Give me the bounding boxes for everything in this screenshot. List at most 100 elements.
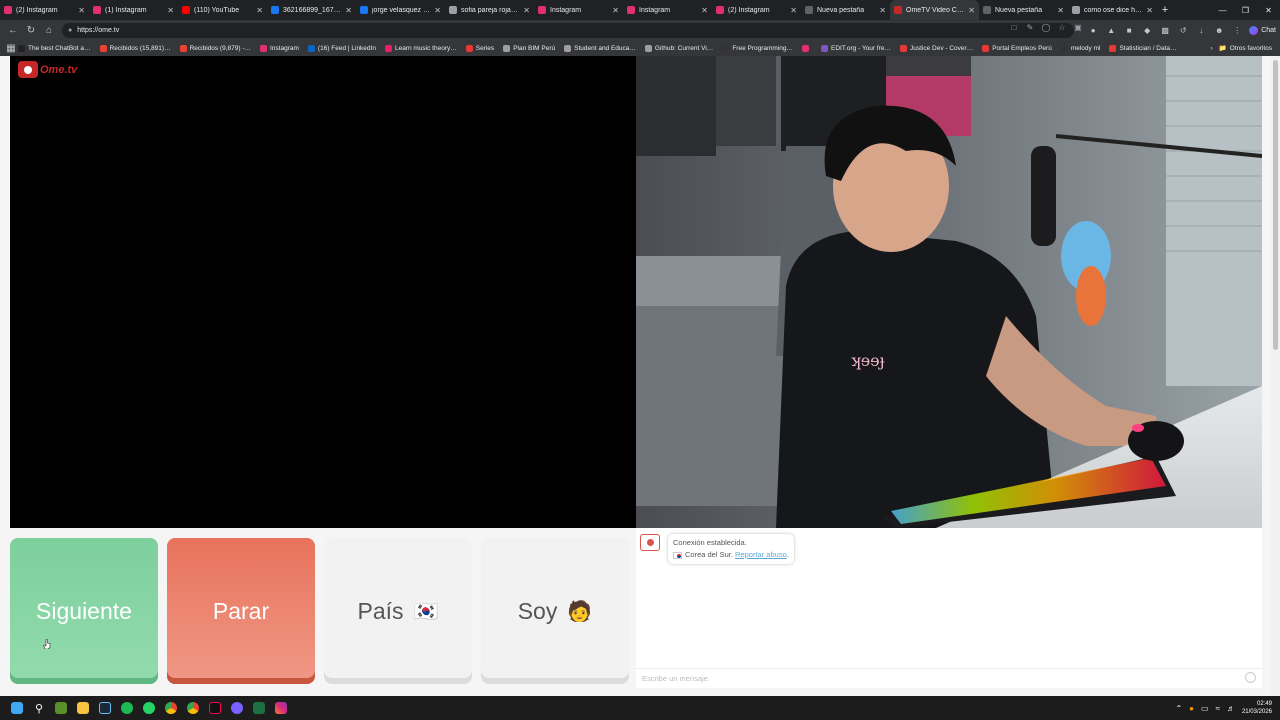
tab-close-icon[interactable]: ✕: [879, 6, 886, 15]
profile-avatar-icon[interactable]: ☻: [1213, 22, 1225, 38]
scrollbar-thumb[interactable]: [1273, 60, 1278, 350]
bookmark-item[interactable]: Statistician / Data…: [1109, 44, 1177, 52]
minimize-icon[interactable]: —: [1211, 0, 1234, 20]
bookmark-item[interactable]: Recibidos (9,879) -…: [179, 44, 251, 52]
download-icon[interactable]: ↓: [1195, 22, 1207, 38]
tab-close-icon[interactable]: ✕: [1057, 6, 1064, 15]
windows-start-icon[interactable]: [6, 697, 28, 719]
clock[interactable]: 02:49 21/03/2026: [1242, 700, 1272, 716]
next-button[interactable]: Siguiente: [10, 538, 158, 684]
bookmark-item[interactable]: melody ml: [1060, 44, 1100, 52]
chrome-icon[interactable]: [160, 697, 182, 719]
home-icon[interactable]: ⌂: [40, 22, 58, 38]
spotify-icon[interactable]: [116, 697, 138, 719]
close-window-icon[interactable]: ✕: [1257, 0, 1280, 20]
chevron-up-icon[interactable]: ⌃: [1175, 704, 1182, 713]
bookmark-item[interactable]: Justice Dev - Cover…: [899, 44, 973, 52]
reload-icon[interactable]: ↻: [22, 22, 40, 38]
tab-close-icon[interactable]: ✕: [612, 6, 619, 15]
bookmark-item[interactable]: Recibidos (15,891)…: [99, 44, 171, 52]
extension-icon[interactable]: ◆: [1141, 22, 1153, 38]
tab-close-icon[interactable]: ✕: [78, 6, 85, 15]
tab-close-icon[interactable]: ✕: [1146, 6, 1153, 15]
gender-button[interactable]: Soy 🧑: [481, 538, 629, 684]
apps-grid-icon[interactable]: ▦: [4, 40, 18, 56]
gemini-chat-button[interactable]: Chat: [1249, 25, 1276, 35]
tab-close-icon[interactable]: ✕: [523, 6, 530, 15]
zoom-icon[interactable]: ◯: [1040, 23, 1052, 37]
browser-tab[interactable]: Instagram ✕: [534, 0, 623, 20]
browser-tab[interactable]: como ose dice hola en…✕: [1068, 0, 1157, 20]
bookmark-item[interactable]: EDIT.org - Your fre…: [821, 44, 891, 52]
browser-tab[interactable]: sofia pareja rojas san…✕: [445, 0, 534, 20]
country-button[interactable]: País 🇰🇷: [324, 538, 472, 684]
emoji-picker-icon[interactable]: [1245, 672, 1256, 683]
whatsapp-icon[interactable]: [138, 697, 160, 719]
chevron-right-icon[interactable]: ›: [1210, 45, 1212, 52]
bookmark-item[interactable]: Plan BIM Perú: [503, 44, 555, 52]
chrome-profile-icon[interactable]: [182, 697, 204, 719]
extension-icon[interactable]: ■: [1123, 22, 1135, 38]
minecraft-icon[interactable]: [50, 697, 72, 719]
bookmark-item[interactable]: The best ChatBot a…: [18, 44, 91, 52]
site-info-icon[interactable]: ●: [68, 27, 72, 34]
bookmark-item[interactable]: Series: [465, 44, 494, 52]
extension-icon[interactable]: ●: [1087, 22, 1099, 38]
camera-in-use-icon[interactable]: ▣: [1072, 23, 1084, 37]
bookmark-star-icon[interactable]: ☆: [1056, 23, 1068, 37]
microphone-icon[interactable]: ●: [1189, 704, 1194, 713]
menu-icon[interactable]: ⋮: [1231, 22, 1243, 38]
browser-tab[interactable]: 362166899_16787548…✕: [267, 0, 356, 20]
browser-tab[interactable]: (110) YouTube ✕: [178, 0, 267, 20]
translate-icon[interactable]: ✎: [1024, 23, 1036, 37]
bookmark-item[interactable]: Instagram: [260, 44, 299, 52]
page-scrollbar[interactable]: [1271, 56, 1280, 696]
bookmark-item[interactable]: [802, 44, 812, 52]
instagram-icon[interactable]: [270, 697, 292, 719]
wifi-icon[interactable]: ≈: [1216, 704, 1220, 713]
history-icon[interactable]: ↺: [1177, 22, 1189, 38]
new-tab-icon[interactable]: +: [1157, 4, 1173, 16]
system-tray: ⌃ ● ▭ ≈ ♬ 02:49 21/03/2026: [1175, 696, 1272, 720]
tiktok-icon[interactable]: [204, 697, 226, 719]
message-input[interactable]: Escribe un mensaje: [636, 668, 1262, 688]
tab-close-icon[interactable]: ✕: [345, 6, 352, 15]
bookmark-item[interactable]: Learn music theory…: [384, 44, 457, 52]
bookmark-item[interactable]: Portal Empleos Perú: [982, 44, 1052, 52]
browser-tab[interactable]: OmeTV Video Chat ✕: [890, 0, 979, 20]
browser-tab[interactable]: Instagram ✕: [623, 0, 712, 20]
tab-close-icon[interactable]: ✕: [968, 6, 975, 15]
bookmark-item[interactable]: Student and Educa…: [564, 44, 636, 52]
browser-tab[interactable]: Nueva pestaña ✕: [801, 0, 890, 20]
search-icon[interactable]: ⚲: [28, 697, 50, 719]
browser-tab[interactable]: jorge velasquez mata…✕: [356, 0, 445, 20]
steam-icon[interactable]: [94, 697, 116, 719]
tab-close-icon[interactable]: ✕: [701, 6, 708, 15]
tab-close-icon[interactable]: ✕: [167, 6, 174, 15]
browser-tab[interactable]: (2) Instagram ✕: [0, 0, 89, 20]
browser-tab[interactable]: (1) Instagram ✕: [89, 0, 178, 20]
ometv-logo[interactable]: Ome.tv: [18, 61, 77, 78]
tab-close-icon[interactable]: ✕: [434, 6, 441, 15]
browser-tab[interactable]: (2) Instagram ✕: [712, 0, 801, 20]
browser-tab[interactable]: Nueva pestaña ✕: [979, 0, 1068, 20]
install-icon[interactable]: □: [1008, 23, 1020, 37]
report-abuse-link[interactable]: Reportar abuso: [735, 550, 787, 559]
tab-close-icon[interactable]: ✕: [790, 6, 797, 15]
bookmark-item[interactable]: (16) Feed | LinkedIn: [307, 44, 376, 52]
bookmark-item[interactable]: Free Programming…: [722, 44, 793, 52]
bookmark-item[interactable]: Github: Current Vi…: [644, 44, 713, 52]
excel-icon[interactable]: [248, 697, 270, 719]
stop-button[interactable]: Parar: [167, 538, 315, 684]
other-bookmarks[interactable]: › 📁 Otros favoritos: [1210, 44, 1272, 53]
back-icon[interactable]: ←: [4, 22, 22, 38]
tab-close-icon[interactable]: ✕: [256, 6, 263, 15]
restore-icon[interactable]: ❐: [1234, 0, 1257, 20]
volume-icon[interactable]: ♬: [1227, 704, 1235, 713]
address-bar[interactable]: ● https://ome.tv: [62, 22, 1074, 38]
app-icon[interactable]: [226, 697, 248, 719]
extensions-puzzle-icon[interactable]: ▩: [1159, 22, 1171, 38]
network-icon[interactable]: ▭: [1201, 704, 1209, 713]
extension-icon[interactable]: ▲: [1105, 22, 1117, 38]
file-explorer-icon[interactable]: [72, 697, 94, 719]
